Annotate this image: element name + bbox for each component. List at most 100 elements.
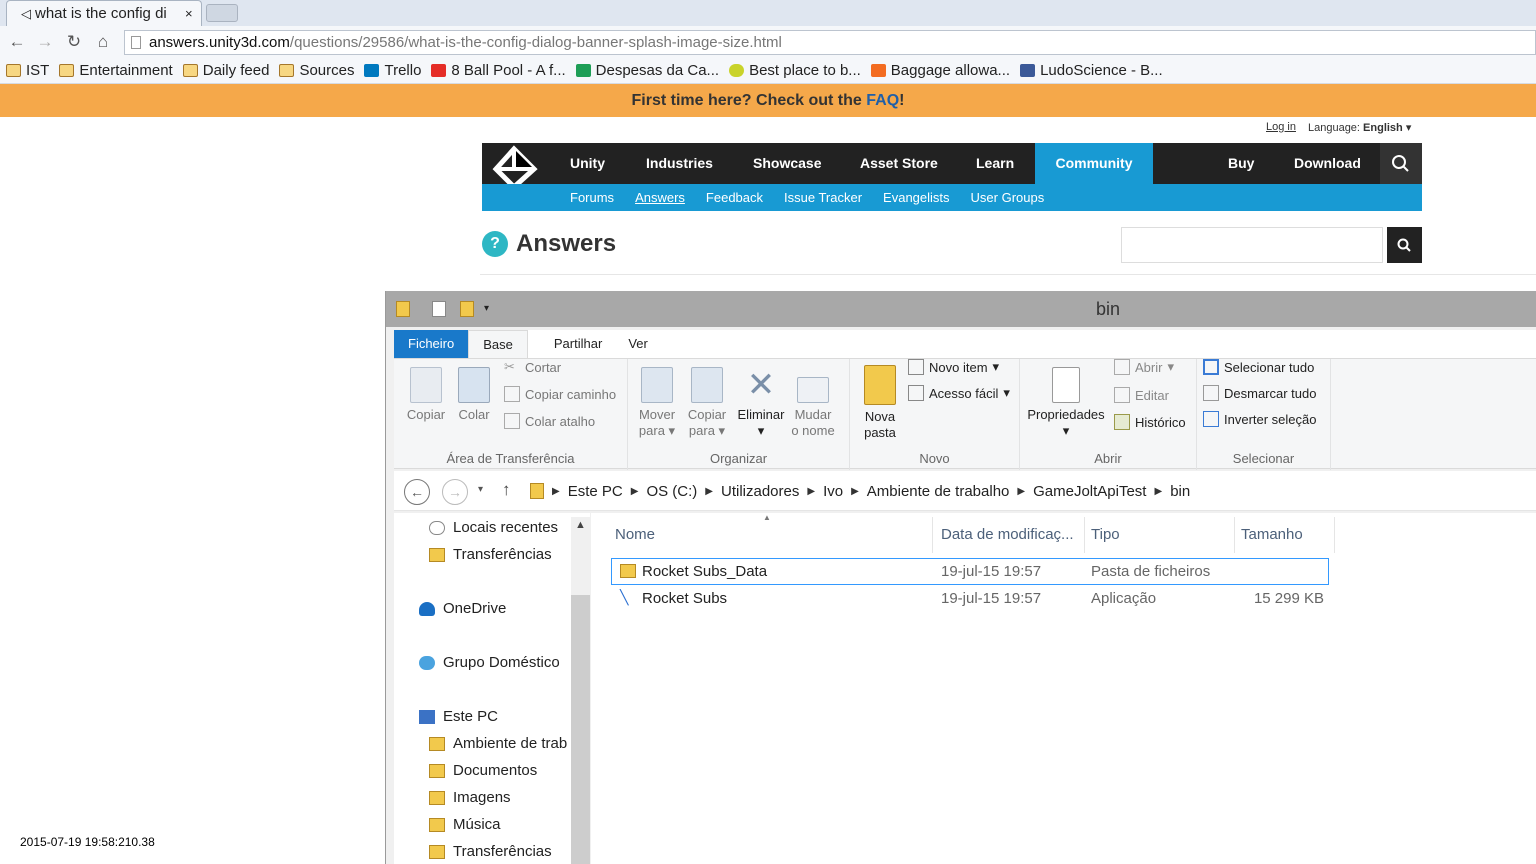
bookmark-ludoscience[interactable]: LudoScience - B... <box>1020 62 1163 79</box>
address-bar[interactable]: answers.unity3d.com/questions/29586/what… <box>124 30 1536 55</box>
delete-button[interactable]: ✕ Eliminar ▾ <box>736 367 786 439</box>
faq-link[interactable]: FAQ <box>866 92 899 109</box>
bookmark-trello[interactable]: Trello <box>364 62 421 79</box>
nav-buy[interactable]: Buy <box>1228 143 1254 184</box>
invert-selection-button[interactable]: Inverter seleção <box>1203 411 1317 427</box>
nav-unity[interactable]: Unity <box>570 143 605 184</box>
nav-music[interactable]: Música <box>429 816 501 833</box>
column-tipo[interactable]: Tipo <box>1085 517 1235 553</box>
chevron-right-icon[interactable]: ▶ <box>631 486 639 497</box>
file-row[interactable]: ╲ Rocket Subs 19-jul-15 19:57 Aplicação … <box>611 585 1329 612</box>
forward-icon[interactable]: → <box>36 33 54 51</box>
bookmark-entertainment[interactable]: Entertainment <box>59 62 173 79</box>
new-folder-quick-icon[interactable] <box>460 301 474 317</box>
rename-button[interactable]: Mudar o nome <box>788 367 838 439</box>
browser-tab[interactable]: ◁ what is the config di × <box>6 0 202 26</box>
nav-documents[interactable]: Documentos <box>429 762 537 779</box>
column-nome[interactable]: Nome <box>609 517 933 553</box>
chevron-right-icon[interactable]: ▶ <box>1154 486 1162 497</box>
column-tamanho[interactable]: Tamanho <box>1235 517 1335 553</box>
bookmark-sources[interactable]: Sources <box>279 62 354 79</box>
new-tab-button[interactable] <box>206 4 238 22</box>
tab-partilhar[interactable]: Partilhar <box>528 330 614 358</box>
edit-button[interactable]: Editar <box>1114 387 1169 403</box>
column-data[interactable]: Data de modificaç... <box>935 517 1085 553</box>
bookmark-despesas[interactable]: Despesas da Ca... <box>575 62 719 79</box>
crumb-bin[interactable]: bin <box>1170 483 1190 500</box>
bookmark-baggage[interactable]: Baggage allowa... <box>870 62 1010 79</box>
easy-access-button[interactable]: Acesso fácil ▾ <box>908 385 1010 401</box>
select-all-button[interactable]: Selecionar tudo <box>1203 359 1314 375</box>
open-button[interactable]: Abrir ▾ <box>1114 359 1174 375</box>
tab-ficheiro[interactable]: Ficheiro <box>394 330 469 358</box>
subnav-evangelists[interactable]: Evangelists <box>883 184 949 211</box>
nav-scrollbar-thumb[interactable] <box>571 595 590 864</box>
chevron-right-icon[interactable]: ▶ <box>705 486 713 497</box>
nav-download[interactable]: Download <box>1294 143 1361 184</box>
copy-to-button[interactable]: Copiar para ▾ <box>682 367 732 439</box>
nav-recent[interactable]: Locais recentes <box>429 519 558 536</box>
language-selector[interactable]: Language: English ▾ <box>1308 121 1411 134</box>
paste-shortcut-button[interactable]: Colar atalho <box>504 413 595 429</box>
subnav-answers[interactable]: Answers <box>635 184 685 211</box>
move-to-button[interactable]: Mover para ▾ <box>634 367 680 439</box>
nav-industries[interactable]: Industries <box>646 143 713 184</box>
nav-homegroup[interactable]: Grupo Doméstico <box>419 654 560 671</box>
file-row[interactable]: Rocket Subs_Data 19-jul-15 19:57 Pasta d… <box>611 558 1329 585</box>
nav-search-button[interactable] <box>1380 143 1422 184</box>
subnav-feedback[interactable]: Feedback <box>706 184 763 211</box>
subnav-forums[interactable]: Forums <box>570 184 614 211</box>
nav-desktop[interactable]: Ambiente de trab <box>429 735 567 752</box>
nav-asset-store[interactable]: Asset Store <box>860 143 938 184</box>
tab-base[interactable]: Base <box>468 330 528 358</box>
history-button[interactable]: Histórico <box>1114 414 1186 430</box>
nav-downloads[interactable]: Transferências <box>429 546 552 563</box>
customize-qat-icon[interactable]: ▾ <box>484 303 489 314</box>
back-icon[interactable]: ← <box>8 33 26 51</box>
bookmark-ist[interactable]: IST <box>6 62 49 79</box>
answers-search-input[interactable] <box>1121 227 1383 263</box>
crumb-utilizadores[interactable]: Utilizadores <box>721 483 799 500</box>
crumb-este-pc[interactable]: Este PC <box>568 483 623 500</box>
home-icon[interactable]: ⌂ <box>94 33 112 51</box>
bookmark-8-ball-pool[interactable]: 8 Ball Pool - A f... <box>431 62 566 79</box>
login-link[interactable]: Log in <box>1266 121 1296 134</box>
subnav-issue-tracker[interactable]: Issue Tracker <box>784 184 862 211</box>
properties-button[interactable]: Propriedades ▾ <box>1024 367 1108 439</box>
back-icon[interactable]: ← <box>404 479 430 505</box>
properties-quick-icon[interactable] <box>432 301 446 317</box>
subnav-user-groups[interactable]: User Groups <box>971 184 1045 211</box>
new-folder-button[interactable]: Nova pasta <box>858 365 902 441</box>
bookmark-best-place[interactable]: Best place to b... <box>729 62 861 79</box>
new-item-button[interactable]: Novo item ▾ <box>908 359 999 375</box>
recent-locations-icon[interactable]: ▾ <box>478 484 483 495</box>
cut-button[interactable]: ✂ Cortar <box>504 359 561 375</box>
nav-este-pc[interactable]: Este PC <box>419 708 498 725</box>
crumb-gamejoltapitest[interactable]: GameJoltApiTest <box>1033 483 1146 500</box>
nav-downloads-2[interactable]: Transferências <box>429 843 552 860</box>
select-none-button[interactable]: Desmarcar tudo <box>1203 385 1316 401</box>
up-icon[interactable]: ↑ <box>502 480 511 500</box>
reload-icon[interactable]: ↻ <box>65 33 83 51</box>
nav-learn[interactable]: Learn <box>976 143 1014 184</box>
copy-button[interactable]: Copiar <box>402 367 450 423</box>
crumb-os-c[interactable]: OS (C:) <box>646 483 697 500</box>
nav-community[interactable]: Community <box>1035 143 1153 184</box>
close-tab-icon[interactable]: × <box>185 6 201 21</box>
nav-onedrive[interactable]: OneDrive <box>419 600 506 617</box>
crumb-ivo[interactable]: Ivo <box>823 483 843 500</box>
bookmark-daily-feed[interactable]: Daily feed <box>182 62 269 79</box>
scroll-up-icon[interactable]: ▲ <box>575 519 586 531</box>
chevron-right-icon[interactable]: ▶ <box>851 486 859 497</box>
crumb-ambiente-de-trabalho[interactable]: Ambiente de trabalho <box>867 483 1010 500</box>
nav-showcase[interactable]: Showcase <box>753 143 821 184</box>
answers-search-button[interactable] <box>1387 227 1422 263</box>
forward-icon[interactable]: → <box>442 479 468 505</box>
chevron-right-icon[interactable]: ▶ <box>552 486 560 497</box>
copy-path-button[interactable]: Copiar caminho <box>504 386 616 402</box>
chevron-right-icon[interactable]: ▶ <box>1017 486 1025 497</box>
tab-ver[interactable]: Ver <box>614 330 662 358</box>
chevron-right-icon[interactable]: ▶ <box>807 486 815 497</box>
paste-button[interactable]: Colar <box>452 367 496 423</box>
nav-pictures[interactable]: Imagens <box>429 789 511 806</box>
